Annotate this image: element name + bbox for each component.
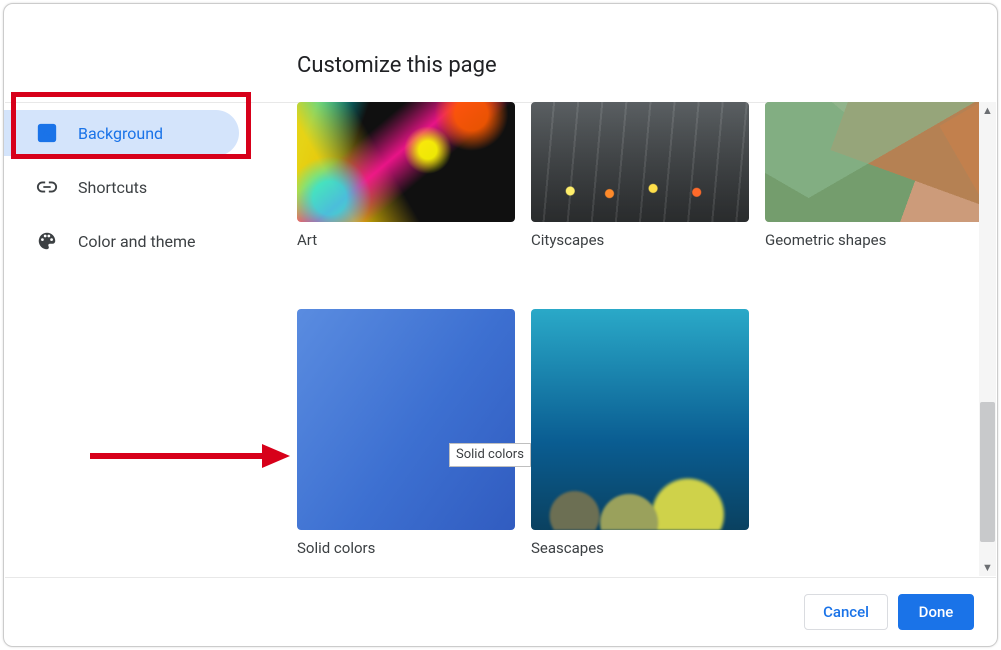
palette-icon <box>36 230 58 252</box>
tile-label: Art <box>297 231 515 249</box>
sidebar-item-label: Color and theme <box>78 232 196 251</box>
tile-label: Geometric shapes <box>765 231 983 249</box>
link-icon <box>36 176 58 198</box>
dialog-title: Customize this page <box>297 53 497 78</box>
annotation-arrow <box>90 444 290 468</box>
tile-label: Cityscapes <box>531 231 749 249</box>
sidebar-item-label: Shortcuts <box>78 178 147 197</box>
tile-art[interactable]: Art <box>297 102 515 249</box>
scrollbar-thumb[interactable] <box>980 402 995 542</box>
sidebar-item-shortcuts[interactable]: Shortcuts <box>4 164 239 210</box>
tile-solid-colors[interactable]: Solid colors <box>297 309 515 557</box>
tile-label: Seascapes <box>531 539 749 557</box>
sidebar-item-color-theme[interactable]: Color and theme <box>4 218 239 264</box>
done-button[interactable]: Done <box>898 594 974 630</box>
tile-thumbnail <box>531 102 749 222</box>
tile-seascapes[interactable]: Seascapes <box>531 309 749 557</box>
tile-cityscapes[interactable]: Cityscapes <box>531 102 749 249</box>
tile-thumbnail <box>297 309 515 530</box>
dialog-footer: Cancel Done <box>5 577 996 645</box>
tile-geometric-shapes[interactable]: Geometric shapes <box>765 102 983 249</box>
tile-label: Solid colors <box>297 539 515 557</box>
tile-thumbnail <box>297 102 515 222</box>
tile-thumbnail <box>765 102 983 222</box>
annotation-highlight-box <box>11 92 251 159</box>
cancel-button[interactable]: Cancel <box>804 594 888 630</box>
tile-thumbnail <box>531 309 749 530</box>
scrollbar-down-icon[interactable]: ▼ <box>979 559 996 576</box>
customize-page-dialog: Customize this page Background Shortcuts <box>3 3 998 647</box>
category-grid: Art Cityscapes Geometric shapes Solid co… <box>297 102 983 562</box>
scrollbar-up-icon[interactable]: ▲ <box>979 102 996 119</box>
vertical-scrollbar[interactable]: ▲ ▼ <box>979 102 996 576</box>
